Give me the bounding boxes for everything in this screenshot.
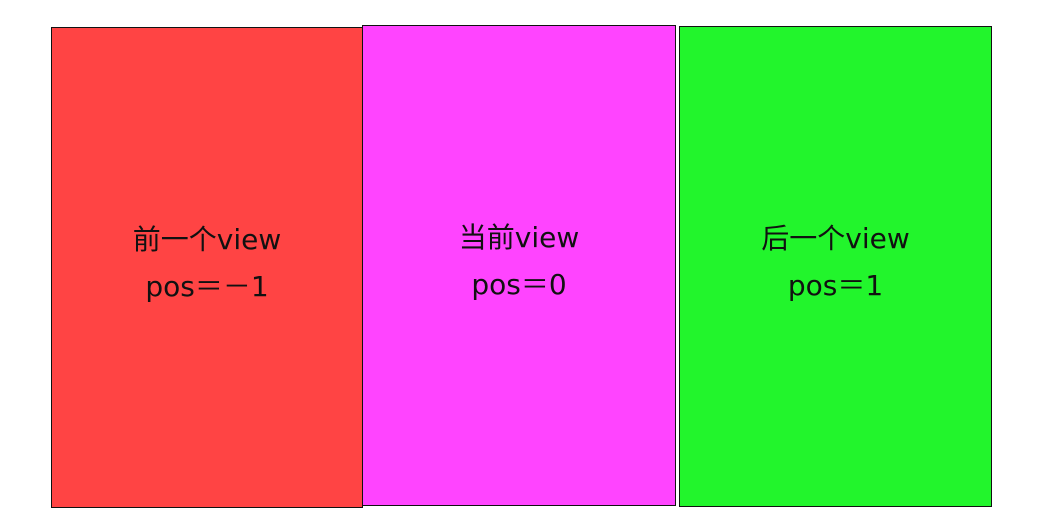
previous-view-title: 前一个view [132,222,282,256]
next-view-pos: pos＝1 [787,268,884,302]
current-view-label: 当前view pos＝0 [459,214,579,308]
next-view-panel: 后一个view pos＝1 [679,26,992,507]
previous-view-pos: pos＝－1 [145,269,269,303]
view-pager-diagram: 前一个view pos＝－1 当前view pos＝0 后一个view pos＝… [0,0,1048,528]
current-view-pos: pos＝0 [471,267,567,301]
next-view-title: 后一个view [761,221,910,255]
previous-view-label: 前一个view pos＝－1 [133,216,281,310]
current-view-panel: 当前view pos＝0 [362,25,676,506]
current-view-title: 当前view [458,220,580,254]
next-view-label: 后一个view pos＝1 [761,215,909,309]
previous-view-panel: 前一个view pos＝－1 [51,27,363,508]
